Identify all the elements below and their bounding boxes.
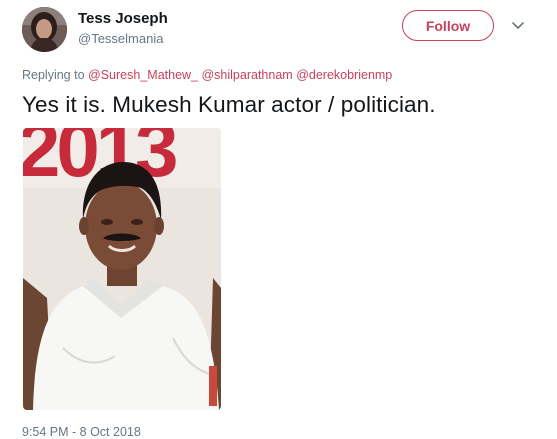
author-display-name[interactable]: Tess Joseph [78, 10, 168, 27]
follow-button[interactable]: Follow [402, 10, 494, 41]
replying-to-line: Replying to @Suresh_Mathew_ @shilparathn… [22, 68, 392, 82]
mention-link[interactable]: @Suresh_Mathew_ [88, 68, 198, 82]
chevron-down-icon[interactable] [510, 20, 526, 32]
mention-link[interactable]: @derekobrienmp [296, 68, 392, 82]
avatar[interactable] [22, 7, 67, 52]
avatar-photo [22, 7, 67, 52]
tweet-text: Yes it is. Mukesh Kumar actor / politici… [22, 92, 436, 117]
mention-link[interactable]: @shilparathnam [201, 68, 292, 82]
tweet-photo[interactable]: 2013 [23, 128, 221, 410]
replying-to-label: Replying to [22, 68, 85, 82]
photo-image: 2013 [23, 128, 221, 410]
author-handle[interactable]: @Tesselmania [78, 31, 163, 46]
